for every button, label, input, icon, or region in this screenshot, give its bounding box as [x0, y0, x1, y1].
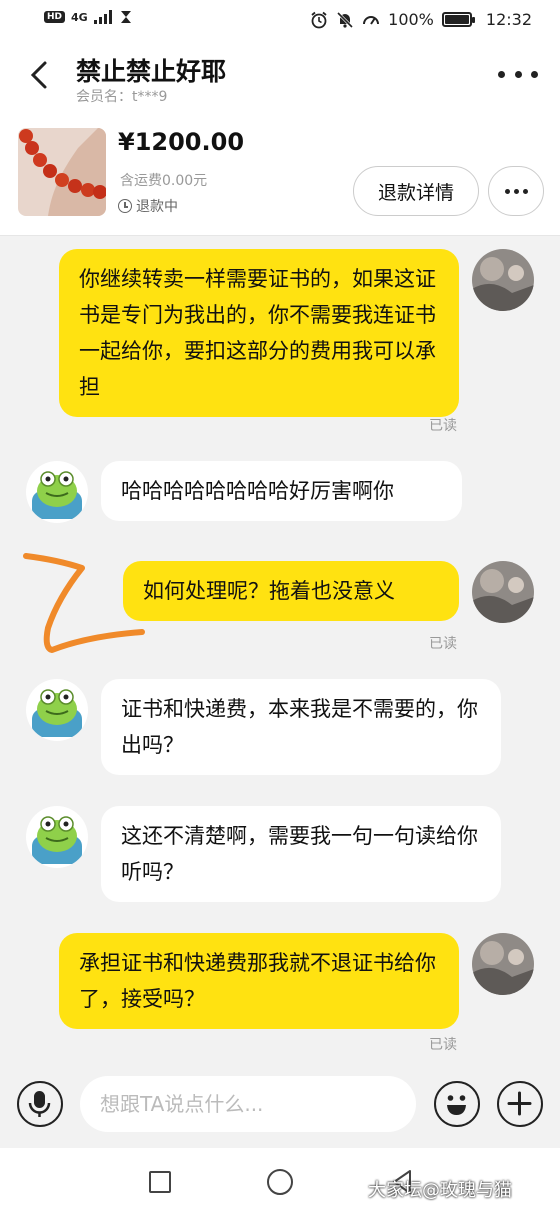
message-bubble[interactable]: 如何处理呢？拖着也没意义: [123, 561, 459, 621]
clock-icon: [118, 199, 132, 213]
contact-avatar[interactable]: [26, 679, 88, 741]
refund-status: 退款中: [118, 196, 178, 216]
message-bubble[interactable]: 证书和快递费，本来我是不需要的，你出吗？: [101, 679, 501, 775]
voice-input-button[interactable]: [17, 1081, 63, 1127]
home-button[interactable]: [267, 1169, 293, 1195]
order-card: ¥1200.00 含运费0.00元 退款中 退款详情: [0, 114, 560, 236]
back-arrow-icon[interactable]: [26, 60, 54, 90]
status-bar: HD 4G 100% 12:32: [0, 0, 560, 42]
battery-percent: 100%: [388, 10, 434, 29]
read-receipt: 已读: [429, 1037, 457, 1053]
emoji-button[interactable]: [434, 1081, 480, 1127]
mute-bell-icon: [337, 11, 354, 28]
message-bubble[interactable]: 这还不清楚啊，需要我一句一句读给你听吗？: [101, 806, 501, 902]
read-receipt: 已读: [429, 418, 457, 434]
message-bubble[interactable]: 哈哈哈哈哈哈哈哈好厉害啊你: [101, 461, 462, 521]
smiley-icon: [447, 1095, 466, 1115]
my-avatar[interactable]: [472, 249, 534, 311]
member-id: 会员名：t***9: [76, 89, 168, 105]
read-receipt: 已读: [429, 636, 457, 652]
contact-avatar[interactable]: [26, 461, 88, 523]
microphone-icon: [28, 1091, 51, 1117]
plus-icon: [507, 1091, 532, 1116]
order-more-button[interactable]: [488, 166, 544, 216]
order-price: ¥1200.00: [118, 128, 245, 156]
message-bubble[interactable]: 你继续转卖一样需要证书的，如果这证书是专门为我出的，你不需要我连证书一起给你，要…: [59, 249, 459, 417]
speed-icon: [363, 15, 380, 25]
shipping-fee: 含运费0.00元: [120, 173, 208, 189]
hourglass-icon: [120, 11, 131, 23]
network-type: 4G: [71, 10, 88, 24]
contact-avatar[interactable]: [26, 806, 88, 868]
hd-icon: HD: [44, 11, 66, 23]
message-bubble[interactable]: 承担证书和快递费那我就不退证书给你了，接受吗？: [59, 933, 459, 1029]
clock-time: 12:32: [485, 10, 532, 29]
product-thumbnail[interactable]: [18, 128, 106, 216]
refund-status-label: 退款中: [136, 199, 178, 215]
my-avatar[interactable]: [472, 933, 534, 995]
refund-details-button[interactable]: 退款详情: [353, 166, 479, 216]
contact-name: 禁止禁止好耶: [76, 57, 227, 86]
recent-apps-button[interactable]: [149, 1171, 171, 1193]
message-input-bar: [0, 1066, 560, 1148]
alarm-icon: [311, 11, 327, 28]
chat-header: 禁止禁止好耶 会员名：t***9: [0, 42, 560, 114]
more-options-icon[interactable]: [498, 64, 538, 84]
my-avatar[interactable]: [472, 561, 534, 623]
battery-icon: [441, 12, 475, 27]
message-input[interactable]: [80, 1076, 416, 1132]
watermark: 大家坛@玫瑰与猫: [368, 1180, 512, 1201]
add-attachment-button[interactable]: [497, 1081, 543, 1127]
signal-icon: [93, 10, 112, 24]
